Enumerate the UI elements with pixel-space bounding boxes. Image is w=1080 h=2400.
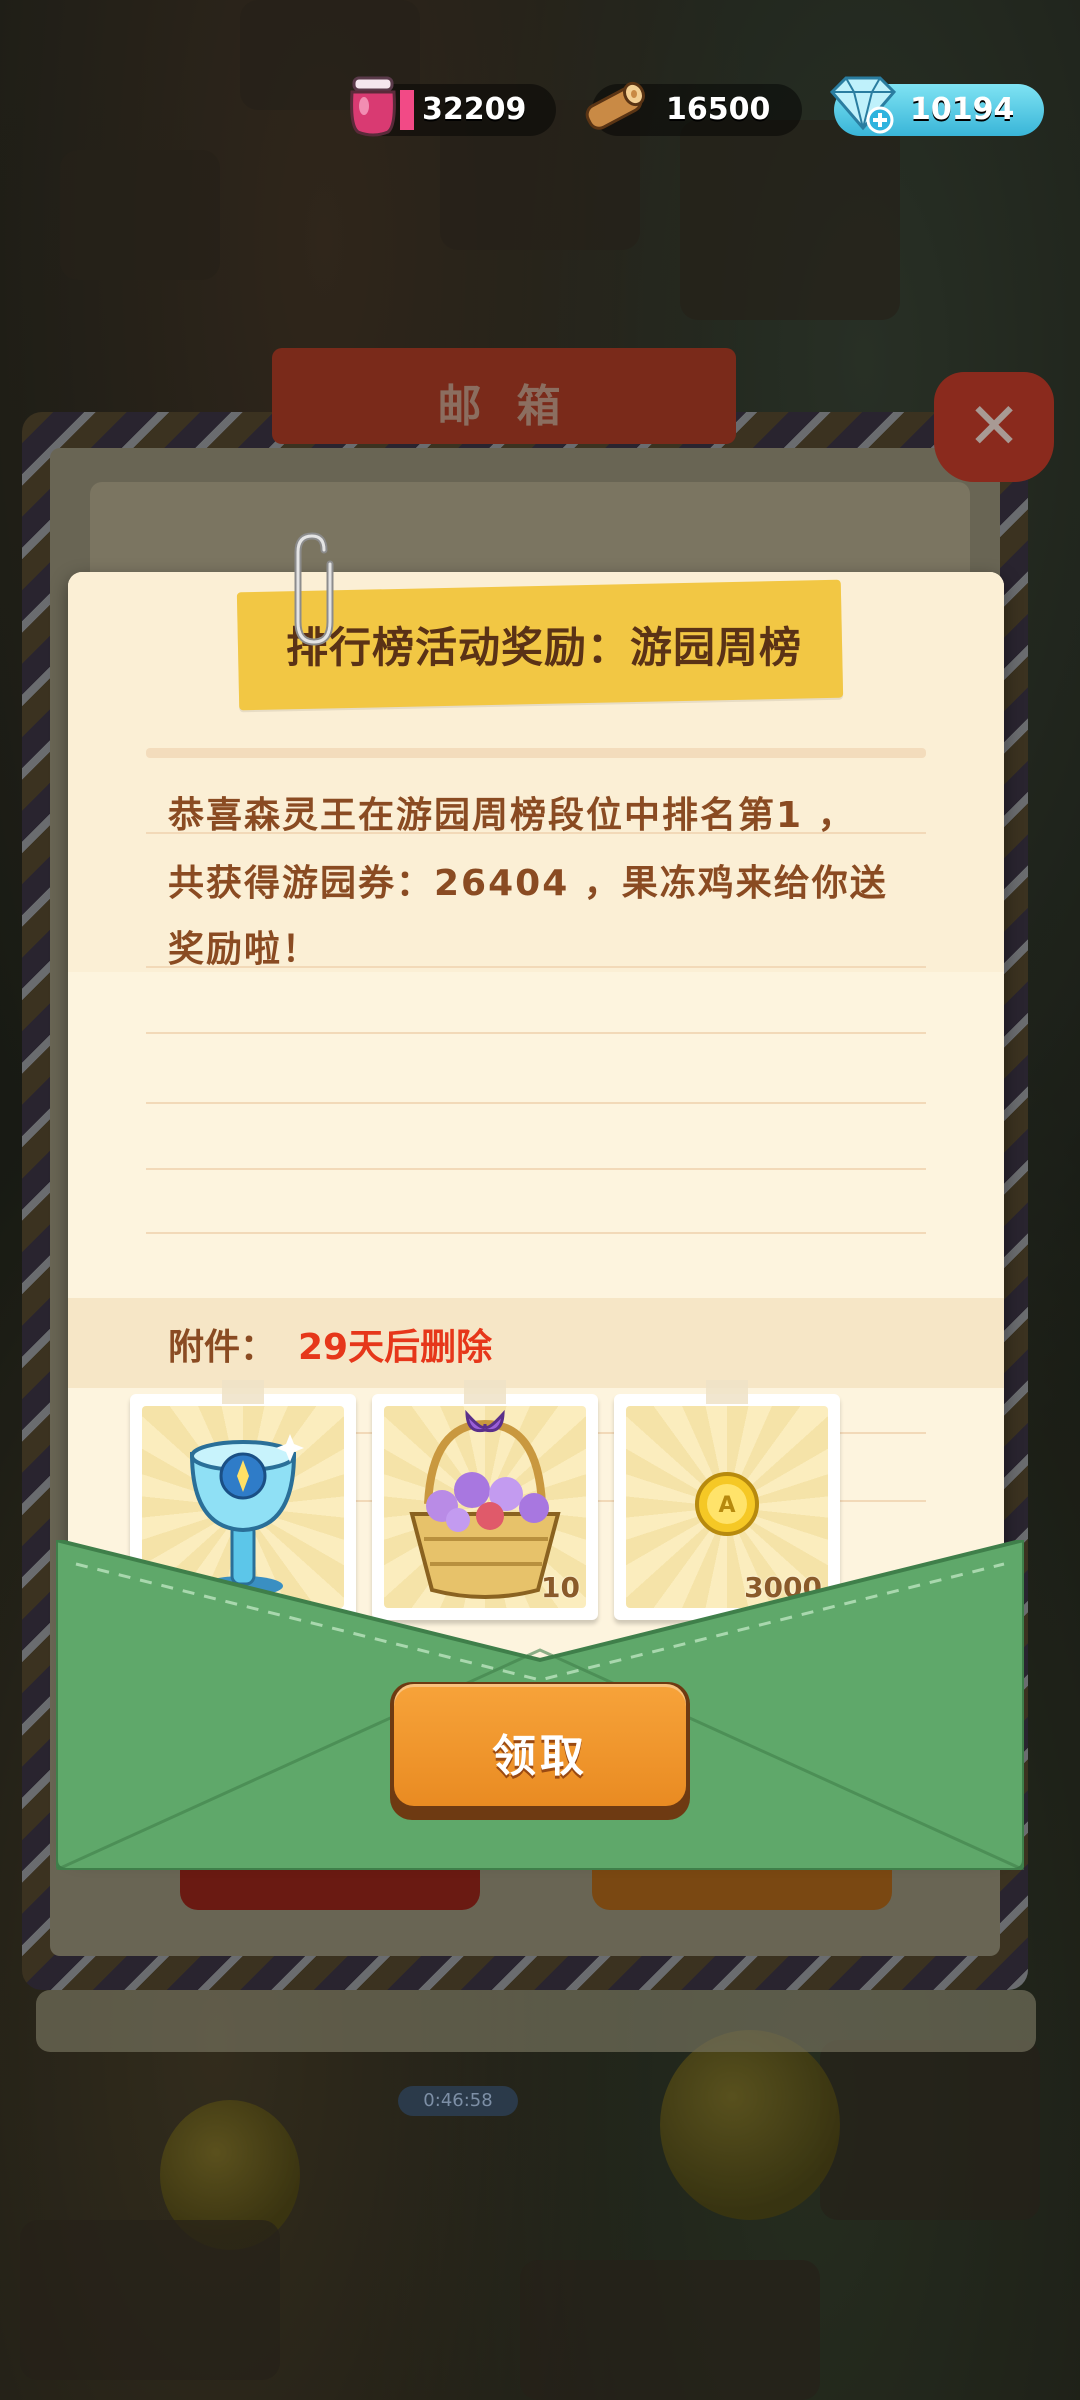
close-button[interactable]: ✕ xyxy=(934,372,1054,482)
paperclip-icon xyxy=(294,532,334,646)
jam-jar-icon xyxy=(350,76,396,137)
letter-body-line-3: 奖励啦！ xyxy=(168,929,321,970)
letter-title: 排行榜活动奖励：游园周榜 xyxy=(286,623,803,672)
wood-counter[interactable]: 16500 xyxy=(585,81,802,136)
claim-button[interactable]: 领取 xyxy=(390,1682,690,1820)
wood-log-icon xyxy=(585,81,645,130)
event-timer: 0:46:58 xyxy=(398,2086,518,2116)
claim-button-label: 领取 xyxy=(492,1731,588,1782)
mailbox-shadow xyxy=(36,1990,1036,2052)
attachment-expire: 29天后删除 xyxy=(298,1327,493,1368)
letter-body-line-2: 共获得游园券：26404 ，果冻鸡来给你送 xyxy=(168,863,888,904)
mailbox-title: 邮 箱 xyxy=(437,381,571,432)
mailbox-title-tab: 邮 箱 xyxy=(272,348,736,444)
wood-count: 16500 xyxy=(666,92,771,127)
attachment-label: 附件： xyxy=(168,1327,277,1368)
gem-count: 10194 xyxy=(910,92,1015,127)
diamond-icon xyxy=(829,76,897,134)
jam-count: 32209 xyxy=(422,92,527,127)
gem-counter[interactable]: 10194 xyxy=(829,76,1044,136)
jam-counter[interactable]: 32209 xyxy=(350,76,556,137)
letter-body-line-1: 恭喜森灵王在游园周榜段位中排名第1 ， xyxy=(168,795,856,836)
svg-text:A: A xyxy=(718,1493,735,1518)
letter-divider xyxy=(146,748,926,758)
close-icon: ✕ xyxy=(967,390,1021,464)
